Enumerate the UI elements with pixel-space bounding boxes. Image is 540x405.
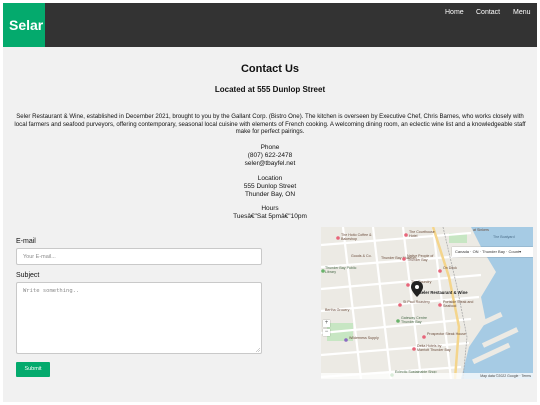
navbar: Selar Home Contact Menu <box>3 3 537 47</box>
map-zoom-in-button[interactable]: + <box>323 320 330 327</box>
svg-text:On Deck: On Deck <box>443 266 457 270</box>
svg-text:Bertha Grocery: Bertha Grocery <box>325 308 350 312</box>
submit-label: Submit <box>24 366 42 372</box>
email-address: seler@tbayfel.net <box>244 160 296 167</box>
svg-text:Marriott Thunder Bay: Marriott Thunder Bay <box>417 348 451 352</box>
svg-text:Wilderness Supply: Wilderness Supply <box>349 336 379 340</box>
hours-heading: Hours <box>261 205 279 212</box>
svg-text:Seafood: Seafood <box>443 304 456 308</box>
svg-text:at Sinkers: at Sinkers <box>473 228 489 232</box>
nav-link-menu[interactable]: Menu <box>513 9 531 16</box>
svg-text:Hotel: Hotel <box>409 234 418 238</box>
email-label: E-mail <box>16 238 36 245</box>
svg-text:St Paul Roastery: St Paul Roastery <box>403 300 430 304</box>
city-line: Thunder Bay, ON <box>244 191 296 198</box>
svg-text:Goods & Co.: Goods & Co. <box>351 254 372 258</box>
hours-value: Tuesâ€"Sat 5pmâ€"10pm <box>233 213 307 220</box>
logo[interactable]: Selar <box>3 3 45 47</box>
email-placeholder: Your E-mail... <box>23 254 56 260</box>
subject-label: Subject <box>16 272 40 279</box>
nav-link-contact[interactable]: Contact <box>476 9 500 16</box>
map-search-text: Canada · ON · Thunder Bay · Count▾ <box>455 249 522 254</box>
map-zoom-out-button[interactable]: − <box>323 329 330 336</box>
logo-text: Selar <box>9 17 44 33</box>
phone-number: (807) 622-2478 <box>247 152 293 159</box>
map-attribution: Map data ©2022 Google · Terms <box>480 374 531 378</box>
subject-textarea[interactable]: Write something.. <box>16 282 262 354</box>
svg-text:Thunder Bay: Thunder Bay <box>407 258 428 262</box>
map-place-label: Seler Restaurant & Wine <box>419 290 468 295</box>
svg-text:Thunder Bay: Thunder Bay <box>401 320 422 324</box>
svg-text:Prospector Steak House: Prospector Steak House <box>427 332 466 336</box>
svg-text:The Boatyard: The Boatyard <box>493 235 515 239</box>
location-heading: Location <box>257 175 283 182</box>
page-subtitle: Located at 555 Dunlop Street <box>214 85 326 94</box>
phone-heading: Phone <box>260 144 280 151</box>
page: Selar Home Contact Menu Contact Us Locat… <box>3 3 537 402</box>
nav-link-home[interactable]: Home <box>445 9 464 16</box>
svg-text:Library: Library <box>325 270 336 274</box>
email-input[interactable]: Your E-mail... <box>16 248 262 265</box>
page-title: Contact Us <box>240 63 300 75</box>
address-line: 555 Dunlop Street <box>243 183 297 190</box>
location-map[interactable]: The Hoito Coffee & Bakeshop The Courthou… <box>321 227 533 379</box>
subject-placeholder: Write something.. <box>23 288 80 294</box>
intro-paragraph: Seler Restaurant & Wine, established in … <box>14 113 526 135</box>
svg-text:Bakeshop: Bakeshop <box>341 237 357 241</box>
submit-button[interactable]: Submit <box>16 362 50 377</box>
resize-grip-icon[interactable] <box>255 347 260 352</box>
map-search-box[interactable]: Canada · ON · Thunder Bay · Count▾ <box>452 247 533 257</box>
map-attribution-bar: Map data ©2022 Google · Terms <box>321 373 533 379</box>
